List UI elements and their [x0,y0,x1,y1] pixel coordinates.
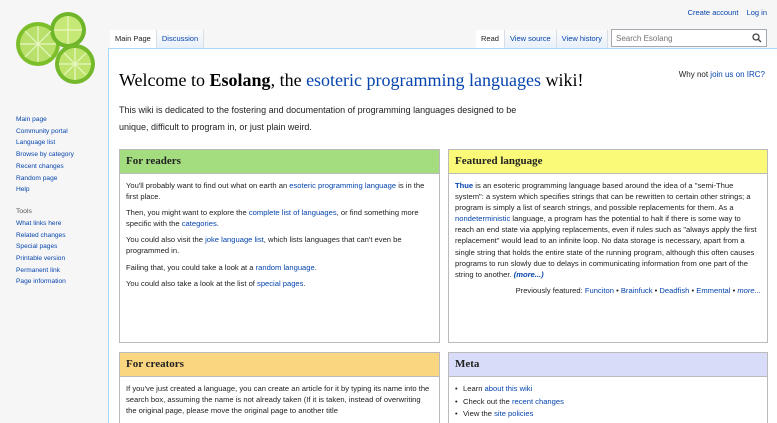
irc-link[interactable]: join us on IRC? [710,70,765,79]
readers-para: You could also visit the joke language l… [126,234,433,256]
previously-featured: Previously featured: Funciton • Brainfuc… [455,285,761,296]
sidebar-tools-heading: Tools [16,207,32,215]
text: . [216,219,219,229]
view-tabs: Read View source View history [476,30,608,48]
sidebar-item-printable-version[interactable]: Printable version [16,253,106,265]
sidebar-item-recent-changes[interactable]: Recent changes [16,161,106,173]
tab-read[interactable]: Read [476,30,505,48]
meta-box: Meta Learn about this wiki Check out the… [448,352,768,423]
more-link[interactable]: (more...) [514,270,544,279]
text: Failing that, you could take a look at a [126,262,256,272]
text: Check out the [463,396,512,406]
text: . [314,262,317,272]
text: is an esoteric programming language base… [455,181,751,213]
creators-heading: For creators [120,353,439,377]
sidebar-item-community-portal[interactable]: Community portal [16,126,106,138]
intro-text: This wiki is dedicated to the fostering … [119,105,517,132]
log-in-link[interactable]: Log in [747,8,767,17]
text: language, a program has the potential to… [455,214,757,279]
tab-view-source[interactable]: View source [504,30,557,48]
sidebar-item-language-list[interactable]: Language list [16,137,106,149]
sidebar-item-page-information[interactable]: Page information [16,276,106,288]
sidebar-item-main-page[interactable]: Main page [16,114,106,126]
readers-para: You'll probably want to find out what on… [126,180,433,202]
sidebar-item-browse-by-category[interactable]: Browse by category [16,149,106,161]
text: You could also visit the [126,235,206,245]
create-account-link[interactable]: Create account [688,8,739,17]
creators-text: If you've just created a language, you c… [126,384,430,416]
title-text: wiki! [541,70,584,90]
tab-main-page[interactable]: Main Page [110,30,157,48]
featured-para: Thue is an esoteric programming language… [455,180,761,280]
prev-featured-link[interactable]: Brainfuck [621,286,653,295]
search-input[interactable] [612,33,750,43]
list-item: Learn about this wiki [455,383,761,396]
featured-language-link[interactable]: Thue [455,181,473,190]
page-title: Welcome to Esolang, the esoteric program… [119,70,584,91]
list-item: Check out the recent changes [455,396,761,409]
about-link[interactable]: about this wiki [485,384,533,393]
creators-box: For creators If you've just created a la… [119,352,440,423]
text: Previously featured: [515,285,585,295]
sidebar-item-permanent-link[interactable]: Permanent link [16,265,106,277]
text: You could also take a look at the list o… [126,278,258,288]
nondeterministic-link[interactable]: nondeterministic [455,214,510,223]
personal-tools: Create account Log in [682,8,767,17]
featured-box: Featured language Thue is an esoteric pr… [448,149,768,343]
prev-featured-link[interactable]: Emmental [696,286,730,295]
meta-heading: Meta [449,353,767,377]
text: Learn [463,384,485,393]
joke-language-list-link[interactable]: joke language list [205,235,264,244]
readers-para: You could also take a look at the list o… [126,278,433,289]
sidebar-item-special-pages[interactable]: Special pages [16,241,106,253]
prev-featured-link[interactable]: Funciton [585,286,614,295]
tab-view-history[interactable]: View history [556,30,608,48]
prev-featured-link[interactable]: Deadfish [659,286,689,295]
readers-heading: For readers [120,150,439,174]
separator: • [613,285,621,295]
title-link[interactable]: esoteric programming languages [306,70,541,90]
title-text: Welcome to [119,70,210,90]
irc-text: Why not [678,70,711,79]
tab-discussion[interactable]: Discussion [156,30,205,48]
sidebar-item-random-page[interactable]: Random page [16,173,106,185]
random-language-link[interactable]: random language [256,263,315,272]
text: View the [463,409,495,419]
search-icon[interactable] [750,31,764,45]
text: Then, you might want to explore the [126,208,249,218]
prev-more-link[interactable]: more... [737,286,761,295]
sidebar-item-what-links-here[interactable]: What links here [16,218,106,230]
special-pages-link[interactable]: special pages [257,279,303,288]
sidebar-item-help[interactable]: Help [16,184,106,196]
readers-box: For readers You'll probably want to find… [119,149,440,343]
recent-changes-link[interactable]: recent changes [512,397,564,406]
readers-para: Failing that, you could take a look at a… [126,262,433,273]
language-list-link[interactable]: complete list of languages [249,208,337,217]
namespace-tabs: Main Page Discussion [110,30,205,48]
title-site-name: Esolang [209,70,271,90]
featured-heading: Featured language [449,150,767,174]
categories-link[interactable]: categories [182,219,217,228]
site-policies-link[interactable]: site policies [494,409,533,418]
sidebar-item-related-changes[interactable]: Related changes [16,230,106,242]
main-content: Welcome to Esolang, the esoteric program… [108,48,777,423]
search-box [611,29,767,47]
site-logo[interactable] [10,8,110,98]
list-item: View the site policies [455,408,761,421]
text: You'll probably want to find out what on… [126,181,290,190]
title-text: , the [270,70,307,90]
text: . [303,278,306,288]
sidebar: Main page Community portal Language list… [16,114,106,288]
irc-notice: Why not join us on IRC? [679,70,765,79]
esolang-link[interactable]: esoteric programming language [289,181,396,190]
readers-para: Then, you might want to explore the comp… [126,207,433,229]
